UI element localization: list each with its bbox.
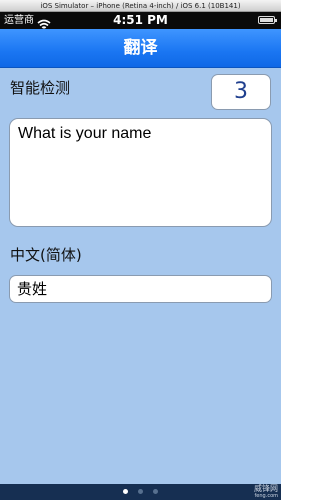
count-field[interactable]: 3 — [211, 74, 271, 110]
status-bar: 运营商 4:51 PM — [0, 12, 281, 31]
translate-view: 智能检测 3 What is your name 中文(简体) 贵姓 — [0, 68, 281, 484]
detect-language-label[interactable]: 智能检测 — [10, 79, 70, 97]
target-language-label[interactable]: 中文(简体) — [10, 246, 82, 264]
simulator-window-title: iOS Simulator – iPhone (Retina 4-inch) /… — [0, 0, 281, 12]
source-text-area[interactable]: What is your name — [9, 118, 272, 227]
status-clock: 4:51 PM — [113, 13, 168, 27]
translation-result-field[interactable]: 贵姓 — [9, 275, 272, 303]
page-dot-2[interactable] — [138, 489, 143, 494]
watermark-logo: 威锋网 feng.com — [226, 484, 278, 500]
battery-icon — [258, 16, 277, 24]
watermark-sub: feng.com — [254, 493, 278, 499]
watermark-main: 威锋网 — [254, 484, 278, 493]
page-dot-1[interactable] — [123, 489, 128, 494]
bottom-bar: 威锋网 feng.com — [0, 484, 281, 500]
navigation-bar: 翻译 — [0, 29, 281, 68]
page-dot-3[interactable] — [153, 489, 158, 494]
nav-title: 翻译 — [123, 38, 158, 58]
